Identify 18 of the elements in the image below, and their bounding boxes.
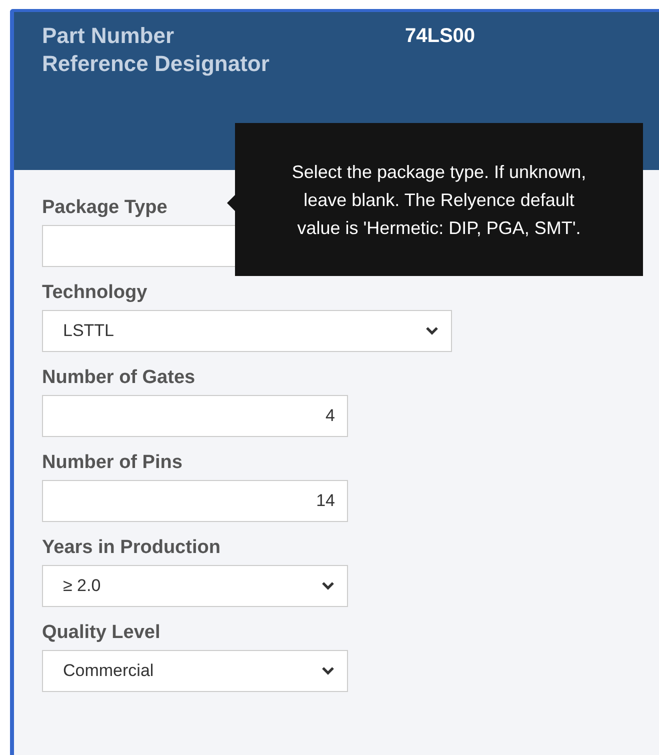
tooltip-text: Select the package type. If unknown, leave blank. The Relyence default value is 'Hermetic: DIP, PGA, SMT'. [291, 160, 587, 240]
field-label: Package Type [42, 196, 168, 220]
field-label: Quality Level [42, 621, 160, 645]
header-label: Part Number [42, 22, 176, 50]
dropdown[interactable]: ≥ 2.0 [42, 565, 348, 607]
chevron-down-icon [425, 326, 439, 336]
field-label: Number of Pins [42, 451, 182, 475]
dropdown[interactable]: Commercial [42, 650, 348, 692]
chevron-down-icon [321, 666, 335, 676]
dropdown[interactable]: LSTTL [42, 310, 452, 352]
field-label: Technology [42, 281, 148, 305]
chevron-down-icon [321, 581, 335, 591]
header-label: Reference Designator [42, 50, 270, 78]
input-field[interactable]: 14 [42, 480, 348, 522]
input-field[interactable]: 4 [42, 395, 348, 437]
field-label: Years in Production [42, 536, 220, 560]
field-label: Number of Gates [42, 366, 196, 390]
header-value: 74LS00 [405, 24, 476, 49]
